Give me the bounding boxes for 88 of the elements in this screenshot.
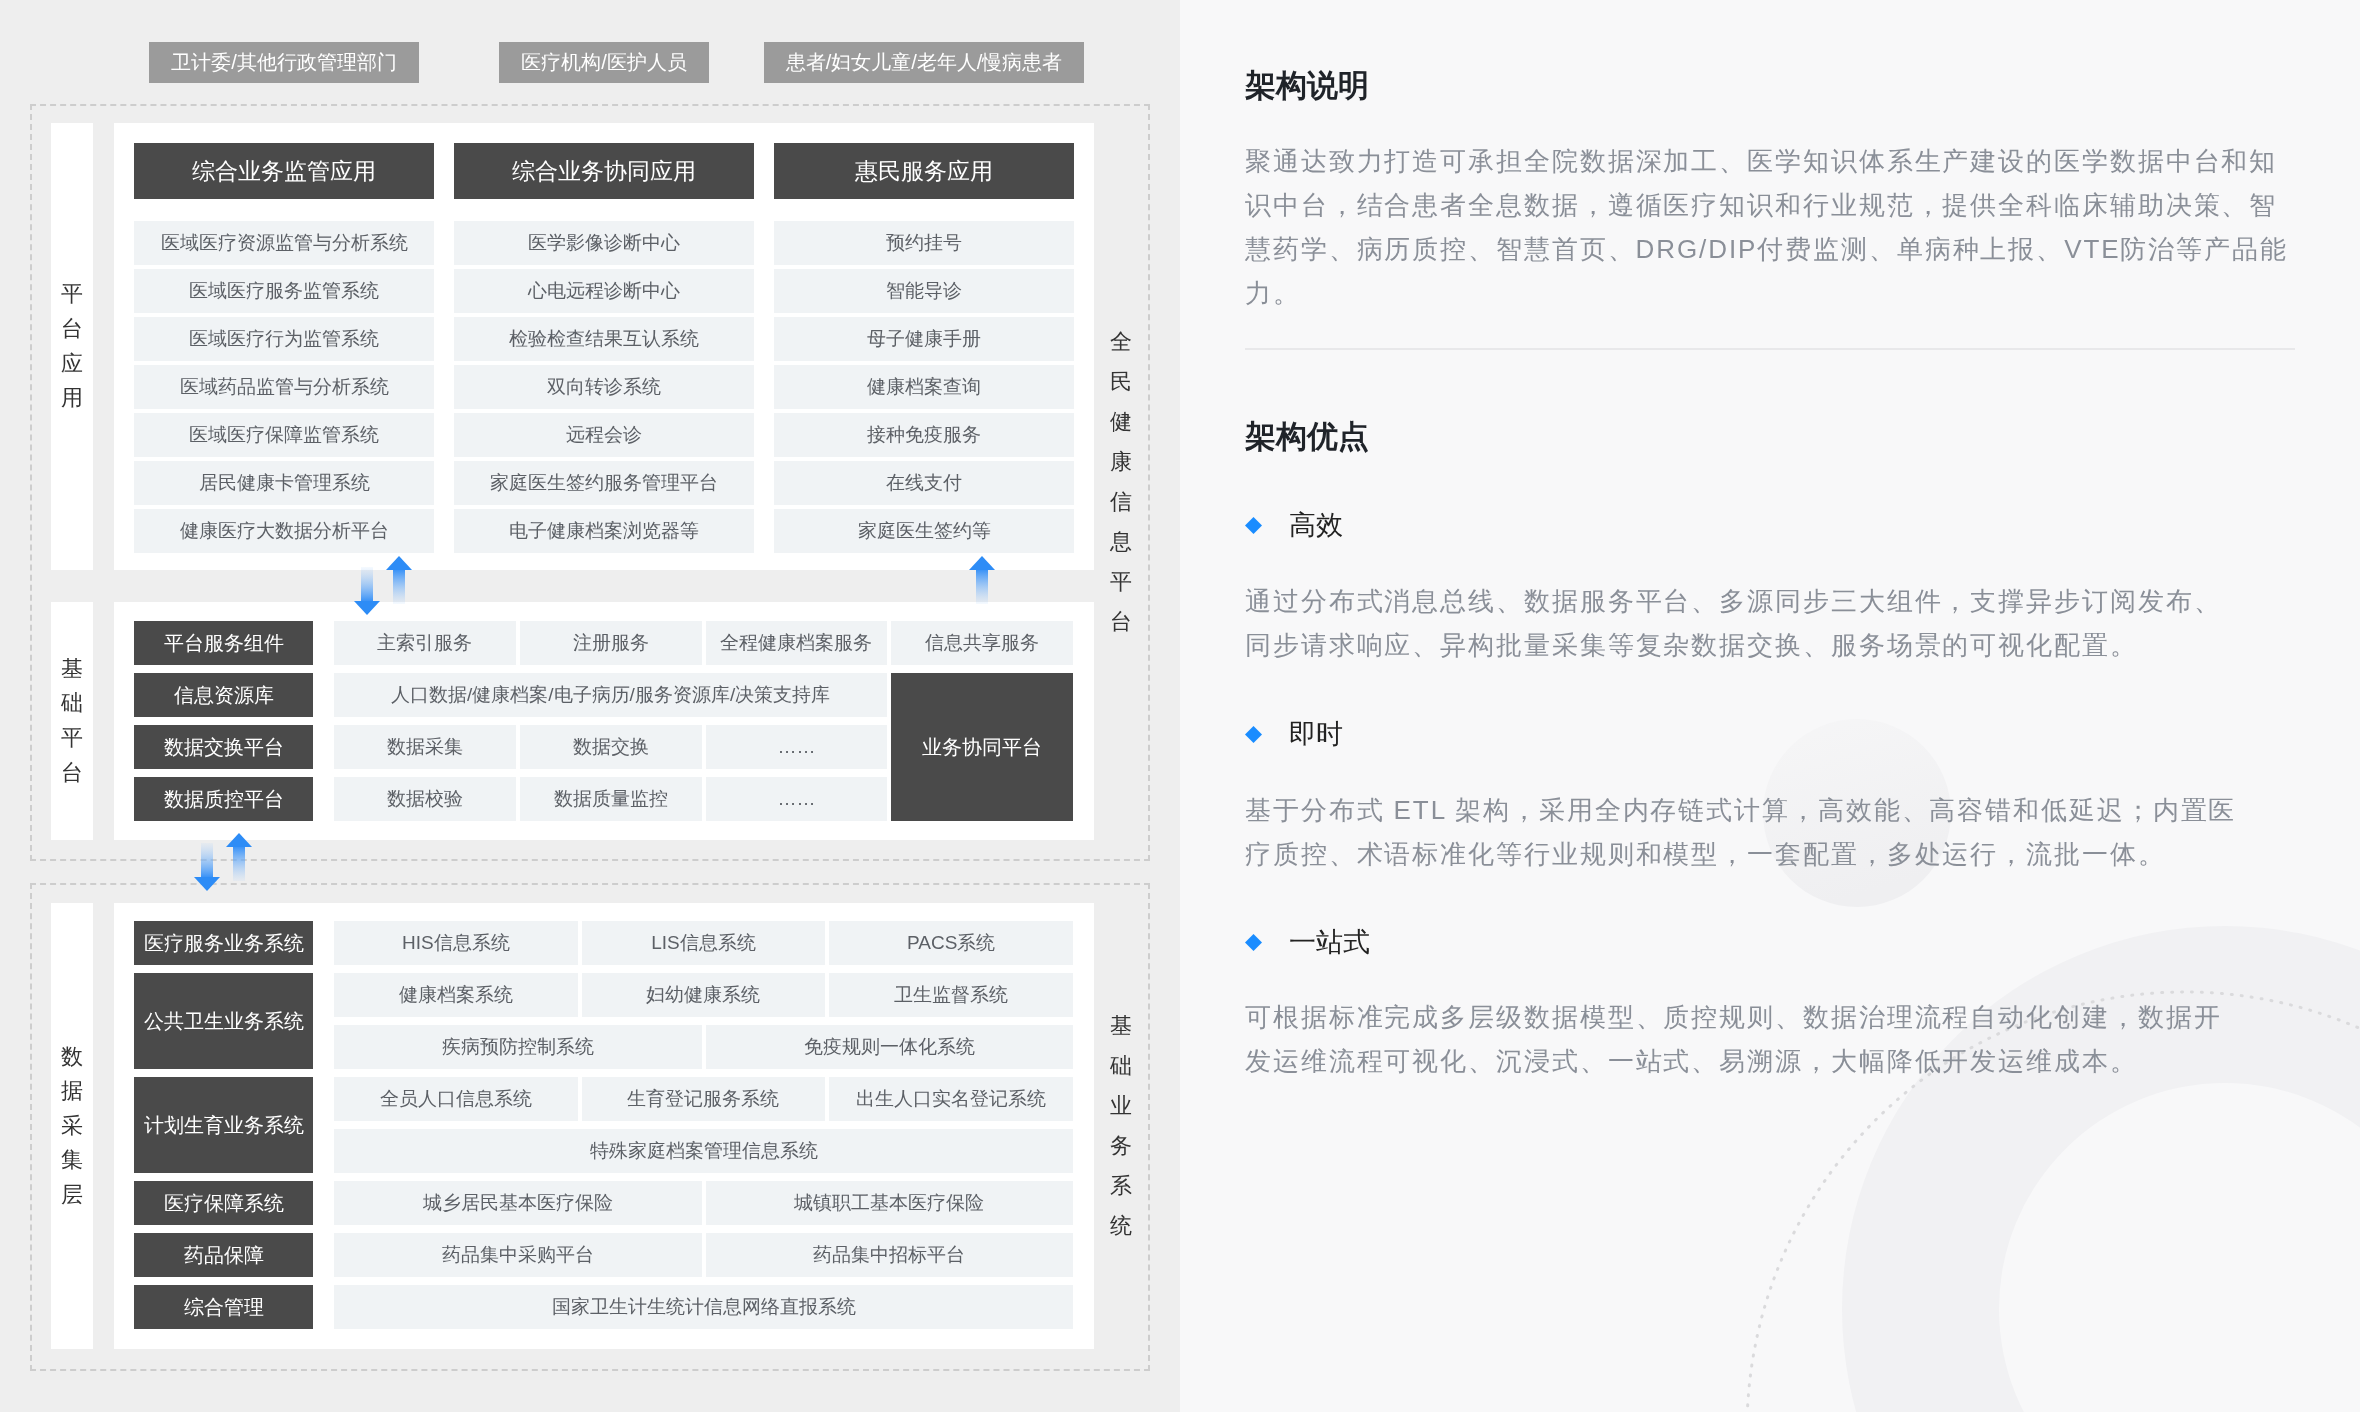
- service-item: 信息共享服务: [891, 621, 1073, 665]
- platform-component-label: 平台服务组件: [134, 621, 313, 665]
- down-arrow-icon: [354, 567, 380, 615]
- application-system-item: 检验检查结果互认系统: [454, 317, 754, 361]
- application-system-item: 心电远程诊断中心: [454, 269, 754, 313]
- layer-label: 平台应用: [61, 280, 83, 413]
- application-system-item: 医域医疗行为监管系统: [134, 317, 434, 361]
- business-system-item: 卫生监督系统: [829, 973, 1073, 1017]
- advantage-description: 基于分布式 ETL 架构，采用全内存链式计算，高效能、高容错和低延迟；内置医疗质控、术语标准化等行业规则和模型，一套配置，多处运行，流批一体。: [1245, 794, 2238, 871]
- business-system-item: PACS系统: [829, 921, 1073, 965]
- application-system-item: 在线支付: [774, 461, 1074, 505]
- business-system-category: 综合管理: [134, 1285, 313, 1329]
- platform-side-label: 全民健康信息平台: [1110, 327, 1132, 636]
- user-group-label: 卫计委/其他行政管理部门: [149, 42, 419, 83]
- business-system-item: 出生人口实名登记系统: [829, 1077, 1073, 1121]
- platform-component-label: 信息资源库: [134, 673, 313, 717]
- platform-side-label: 基础业务系统: [1110, 1012, 1132, 1240]
- business-system-item: 城镇职工基本医疗保险: [705, 1181, 1073, 1225]
- service-item: ……: [705, 777, 888, 821]
- application-category-header: 综合业务监管应用: [134, 143, 434, 199]
- business-system-item: 生育登记服务系统: [581, 1077, 826, 1121]
- service-item: 主索引服务: [334, 621, 516, 665]
- advantage-title: 一站式: [1289, 929, 1370, 956]
- business-system-item: 妇幼健康系统: [581, 973, 826, 1017]
- business-system-item: 健康档案系统: [334, 973, 578, 1017]
- diamond-bullet-icon: [1245, 517, 1262, 534]
- layer-label: 数据采集层: [61, 1042, 83, 1209]
- down-arrow-icon: [194, 843, 220, 891]
- service-item: 注册服务: [519, 621, 702, 665]
- application-system-item: 电子健康档案浏览器等: [454, 509, 754, 553]
- application-category-header: 综合业务协同应用: [454, 143, 754, 199]
- application-system-item: 居民健康卡管理系统: [134, 461, 434, 505]
- service-item: ……: [705, 725, 888, 769]
- business-system-item: HIS信息系统: [334, 921, 578, 965]
- service-item: 全程健康档案服务: [705, 621, 888, 665]
- business-system-item: 免疫规则一体化系统: [705, 1025, 1073, 1069]
- diamond-bullet-icon: [1245, 934, 1262, 951]
- service-item: 人口数据/健康档案/电子病历/服务资源库/决策支持库: [334, 673, 888, 717]
- up-arrow-icon: [226, 833, 252, 881]
- business-system-item: 疾病预防控制系统: [334, 1025, 702, 1069]
- advantage-title: 高效: [1289, 512, 1343, 539]
- diamond-bullet-icon: [1245, 726, 1262, 743]
- application-system-item: 医域医疗资源监管与分析系统: [134, 221, 434, 265]
- collaboration-platform-block: 业务协同平台: [891, 673, 1073, 821]
- application-category-header: 惠民服务应用: [774, 143, 1074, 199]
- platform-component-label: 数据交换平台: [134, 725, 313, 769]
- application-system-item: 接种免疫服务: [774, 413, 1074, 457]
- service-item: 数据校验: [334, 777, 516, 821]
- business-system-item: 国家卫生计生统计信息网络直报系统: [334, 1285, 1073, 1329]
- advantage-title: 即时: [1289, 721, 1343, 748]
- section-title: 架构优点: [1245, 421, 1369, 452]
- platform-component-label: 数据质控平台: [134, 777, 313, 821]
- business-system-category: 计划生育业务系统: [134, 1077, 313, 1173]
- application-system-item: 医域医疗保障监管系统: [134, 413, 434, 457]
- application-system-item: 家庭医生签约等: [774, 509, 1074, 553]
- application-system-item: 智能导诊: [774, 269, 1074, 313]
- up-arrow-icon: [969, 556, 995, 604]
- application-system-item: 母子健康手册: [774, 317, 1074, 361]
- service-item: 数据质量监控: [519, 777, 702, 821]
- business-system-item: LIS信息系统: [581, 921, 826, 965]
- up-arrow-icon: [386, 556, 412, 604]
- business-system-category: 药品保障: [134, 1233, 313, 1277]
- business-system-item: 城乡居民基本医疗保险: [334, 1181, 702, 1225]
- user-group-label: 医疗机构/医护人员: [499, 42, 709, 83]
- advantage-description: 通过分布式消息总线、数据服务平台、多源同步三大组件，支撑异步订阅发布、同步请求响应、异构批量采集等复杂数据交换、服务场景的可视化配置。: [1245, 585, 2223, 662]
- business-system-category: 医疗保障系统: [134, 1181, 313, 1225]
- application-system-item: 医学影像诊断中心: [454, 221, 754, 265]
- service-item: 数据交换: [519, 725, 702, 769]
- business-system-item: 特殊家庭档案管理信息系统: [334, 1129, 1073, 1173]
- advantage-description: 可根据标准完成多层级数据模型、质控规则、数据治理流程自动化创建，数据开发运维流程可视化、沉浸式、一站式、易溯源，大幅降低开发运维成本。: [1245, 1001, 2223, 1078]
- service-item: 数据采集: [334, 725, 516, 769]
- application-system-item: 医域药品监管与分析系统: [134, 365, 434, 409]
- application-system-item: 医域医疗服务监管系统: [134, 269, 434, 313]
- business-system-item: 药品集中采购平台: [334, 1233, 702, 1277]
- application-system-item: 健康医疗大数据分析平台: [134, 509, 434, 553]
- business-system-category: 医疗服务业务系统: [134, 921, 313, 965]
- user-group-label: 患者/妇女儿童/老年人/慢病患者: [763, 42, 1085, 83]
- application-system-item: 家庭医生签约服务管理平台: [454, 461, 754, 505]
- application-system-item: 健康档案查询: [774, 365, 1074, 409]
- application-system-item: 远程会诊: [454, 413, 754, 457]
- business-system-item: 药品集中招标平台: [705, 1233, 1073, 1277]
- layer-label: 基础平台: [61, 654, 83, 787]
- business-system-item: 全员人口信息系统: [334, 1077, 578, 1121]
- section-title: 架构说明: [1245, 70, 1369, 101]
- application-system-item: 双向转诊系统: [454, 365, 754, 409]
- business-system-category: 公共卫生业务系统: [134, 973, 313, 1069]
- section-paragraph: 聚通达致力打造可承担全院数据深加工、医学知识体系生产建设的医学数据中台和知识中台，结合患者全息数据，遵循医疗知识和行业规范，提供全科临床辅助决策、智慧药学、病历质控、智慧首页、DRG/DIP付费监测、单病种上报、VTE防治等产品能力。: [1245, 145, 2289, 310]
- application-system-item: 预约挂号: [774, 221, 1074, 265]
